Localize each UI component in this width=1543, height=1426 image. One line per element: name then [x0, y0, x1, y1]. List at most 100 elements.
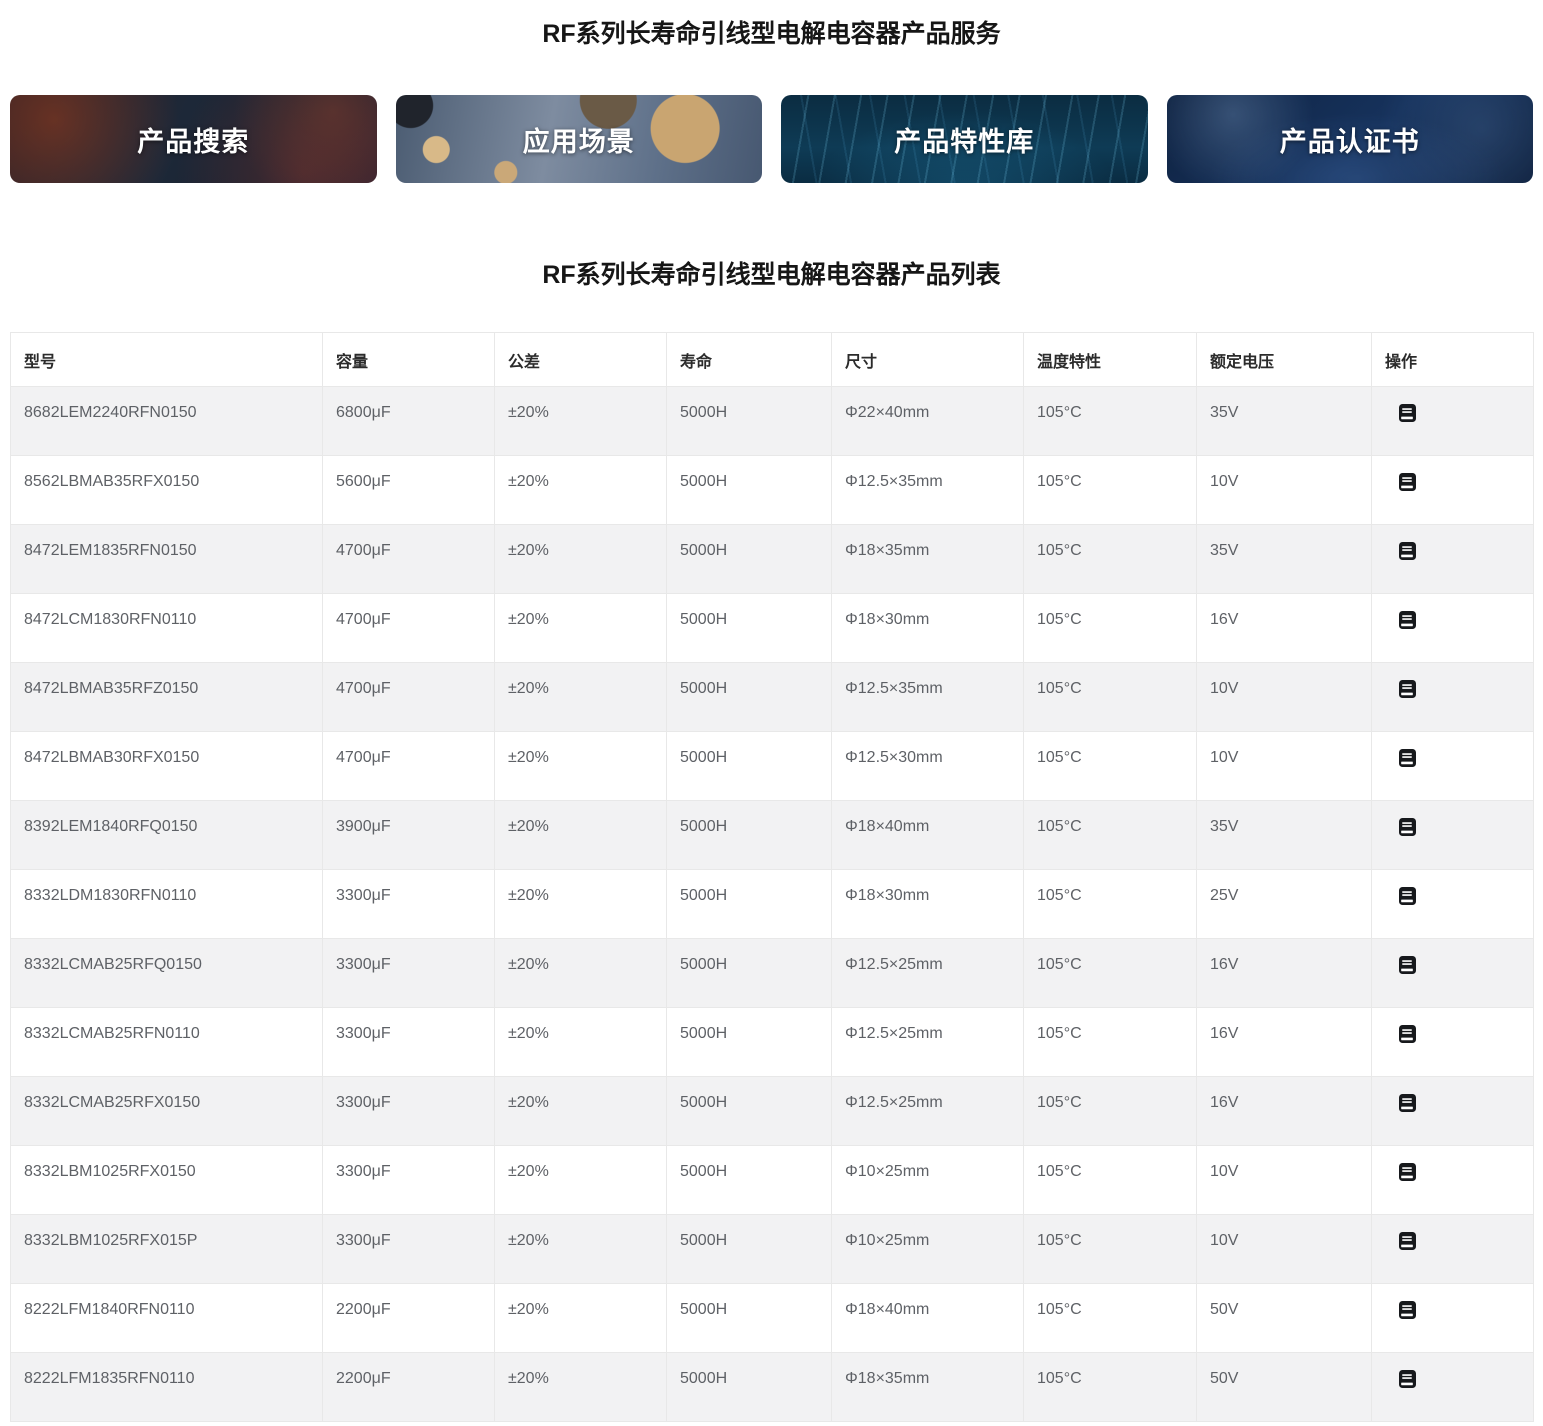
table-header-row: 型号 容量 公差 寿命 尺寸 温度特性 额定电压 操作: [10, 332, 1534, 387]
cell-size: Φ12.5×30mm: [831, 731, 1024, 801]
table-row: 8332LDM1830RFN0110 3300μF ±20% 5000H Φ18×30m…: [10, 869, 1534, 939]
nav-card-label: 产品搜索: [137, 126, 250, 157]
cell-tolerance: ±20%: [494, 1145, 667, 1215]
view-doc-button[interactable]: [1399, 611, 1416, 629]
cell-capacity: 3300μF: [322, 1076, 495, 1146]
cell-voltage: 10V: [1196, 731, 1372, 801]
cell-size: Φ10×25mm: [831, 1145, 1024, 1215]
nav-card-label: 应用场景: [522, 126, 635, 157]
cell-life: 5000H: [666, 1283, 832, 1353]
cell-life: 5000H: [666, 869, 832, 939]
cell-size: Φ18×35mm: [831, 524, 1024, 594]
nav-card-product-features[interactable]: 产品特性库: [781, 95, 1148, 183]
cell-temperature: 105°C: [1023, 593, 1197, 663]
cell-model: 8472LEM1835RFN0150: [10, 524, 323, 594]
nav-card-product-certificates[interactable]: 产品认证书: [1166, 95, 1533, 183]
cell-capacity: 4700μF: [322, 662, 495, 732]
view-doc-button[interactable]: [1399, 1232, 1416, 1250]
cell-life: 5000H: [666, 731, 832, 801]
cell-model: 8332LBM1025RFX0150: [10, 1145, 323, 1215]
cell-voltage: 10V: [1196, 662, 1372, 732]
cell-capacity: 3900μF: [322, 800, 495, 870]
cell-voltage: 35V: [1196, 524, 1372, 594]
view-doc-button[interactable]: [1399, 887, 1416, 905]
cell-tolerance: ±20%: [494, 869, 667, 939]
view-doc-button[interactable]: [1399, 956, 1416, 974]
column-header-tolerance: 公差: [494, 332, 667, 387]
nav-card-product-search[interactable]: 产品搜索: [10, 95, 377, 183]
cell-action: [1371, 662, 1534, 732]
cell-voltage: 50V: [1196, 1352, 1372, 1422]
book-icon: [1399, 1025, 1416, 1043]
view-doc-button[interactable]: [1399, 1163, 1416, 1181]
cell-capacity: 6800μF: [322, 386, 495, 456]
column-header-voltage: 额定电压: [1196, 332, 1372, 387]
cell-model: 8332LBM1025RFX015P: [10, 1214, 323, 1284]
view-doc-button[interactable]: [1399, 404, 1416, 422]
cell-capacity: 4700μF: [322, 731, 495, 801]
cell-capacity: 4700μF: [322, 593, 495, 663]
cell-action: [1371, 1145, 1534, 1215]
cell-capacity: 3300μF: [322, 1214, 495, 1284]
cell-temperature: 105°C: [1023, 1283, 1197, 1353]
view-doc-button[interactable]: [1399, 1370, 1416, 1388]
cell-model: 8332LDM1830RFN0110: [10, 869, 323, 939]
table-row: 8682LEM2240RFN0150 6800μF ±20% 5000H Φ22×40m…: [10, 386, 1534, 456]
cell-action: [1371, 455, 1534, 525]
view-doc-button[interactable]: [1399, 473, 1416, 491]
cell-tolerance: ±20%: [494, 1007, 667, 1077]
service-title: RF系列长寿命引线型电解电容器产品服务: [542, 20, 1001, 48]
cell-voltage: 10V: [1196, 1214, 1372, 1284]
cell-voltage: 16V: [1196, 1076, 1372, 1146]
view-doc-button[interactable]: [1399, 749, 1416, 767]
book-icon: [1399, 1232, 1416, 1250]
cell-temperature: 105°C: [1023, 1352, 1197, 1422]
cell-life: 5000H: [666, 662, 832, 732]
cell-life: 5000H: [666, 1214, 832, 1284]
cell-temperature: 105°C: [1023, 938, 1197, 1008]
view-doc-button[interactable]: [1399, 1094, 1416, 1112]
cell-life: 5000H: [666, 1007, 832, 1077]
table-row: 8332LCMAB25RFQ0150 3300μF ±20% 5000H Φ12.5×2…: [10, 938, 1534, 1008]
cell-size: Φ12.5×35mm: [831, 455, 1024, 525]
cell-size: Φ18×40mm: [831, 1283, 1024, 1353]
page-root: RF系列长寿命引线型电解电容器产品服务 产品搜索 应用场景 产品特性库 产品认证…: [0, 21, 1543, 1422]
cell-model: 8472LBMAB30RFX0150: [10, 731, 323, 801]
view-doc-button[interactable]: [1399, 1301, 1416, 1319]
cell-action: [1371, 800, 1534, 870]
cell-model: 8222LFM1835RFN0110: [10, 1352, 323, 1422]
cell-tolerance: ±20%: [494, 386, 667, 456]
column-header-size: 尺寸: [831, 332, 1024, 387]
cell-voltage: 10V: [1196, 1145, 1372, 1215]
nav-card-label: 产品认证书: [1279, 126, 1420, 157]
cell-temperature: 105°C: [1023, 1007, 1197, 1077]
table-row: 8332LBM1025RFX015P 3300μF ±20% 5000H Φ10×25m…: [10, 1214, 1534, 1284]
cell-action: [1371, 1214, 1534, 1284]
cell-action: [1371, 1352, 1534, 1422]
cell-temperature: 105°C: [1023, 1145, 1197, 1215]
cell-life: 5000H: [666, 593, 832, 663]
book-icon: [1399, 542, 1416, 560]
cell-tolerance: ±20%: [494, 1076, 667, 1146]
view-doc-button[interactable]: [1399, 680, 1416, 698]
column-header-temperature: 温度特性: [1023, 332, 1197, 387]
column-header-life: 寿命: [666, 332, 832, 387]
view-doc-button[interactable]: [1399, 1025, 1416, 1043]
table-row: 8332LBM1025RFX0150 3300μF ±20% 5000H Φ10×25m…: [10, 1145, 1534, 1215]
book-icon: [1399, 680, 1416, 698]
cell-tolerance: ±20%: [494, 938, 667, 1008]
book-icon: [1399, 887, 1416, 905]
cell-voltage: 25V: [1196, 869, 1372, 939]
cell-tolerance: ±20%: [494, 1352, 667, 1422]
view-doc-button[interactable]: [1399, 818, 1416, 836]
table-row: 8472LEM1835RFN0150 4700μF ±20% 5000H Φ18×35m…: [10, 524, 1534, 594]
nav-card-application-scenarios[interactable]: 应用场景: [395, 95, 762, 183]
cell-size: Φ12.5×25mm: [831, 1007, 1024, 1077]
cell-tolerance: ±20%: [494, 1283, 667, 1353]
table-body: 8682LEM2240RFN0150 6800μF ±20% 5000H Φ22×40m…: [10, 386, 1534, 1422]
view-doc-button[interactable]: [1399, 542, 1416, 560]
cell-temperature: 105°C: [1023, 1214, 1197, 1284]
book-icon: [1399, 611, 1416, 629]
cell-temperature: 105°C: [1023, 524, 1197, 594]
book-icon: [1399, 1370, 1416, 1388]
